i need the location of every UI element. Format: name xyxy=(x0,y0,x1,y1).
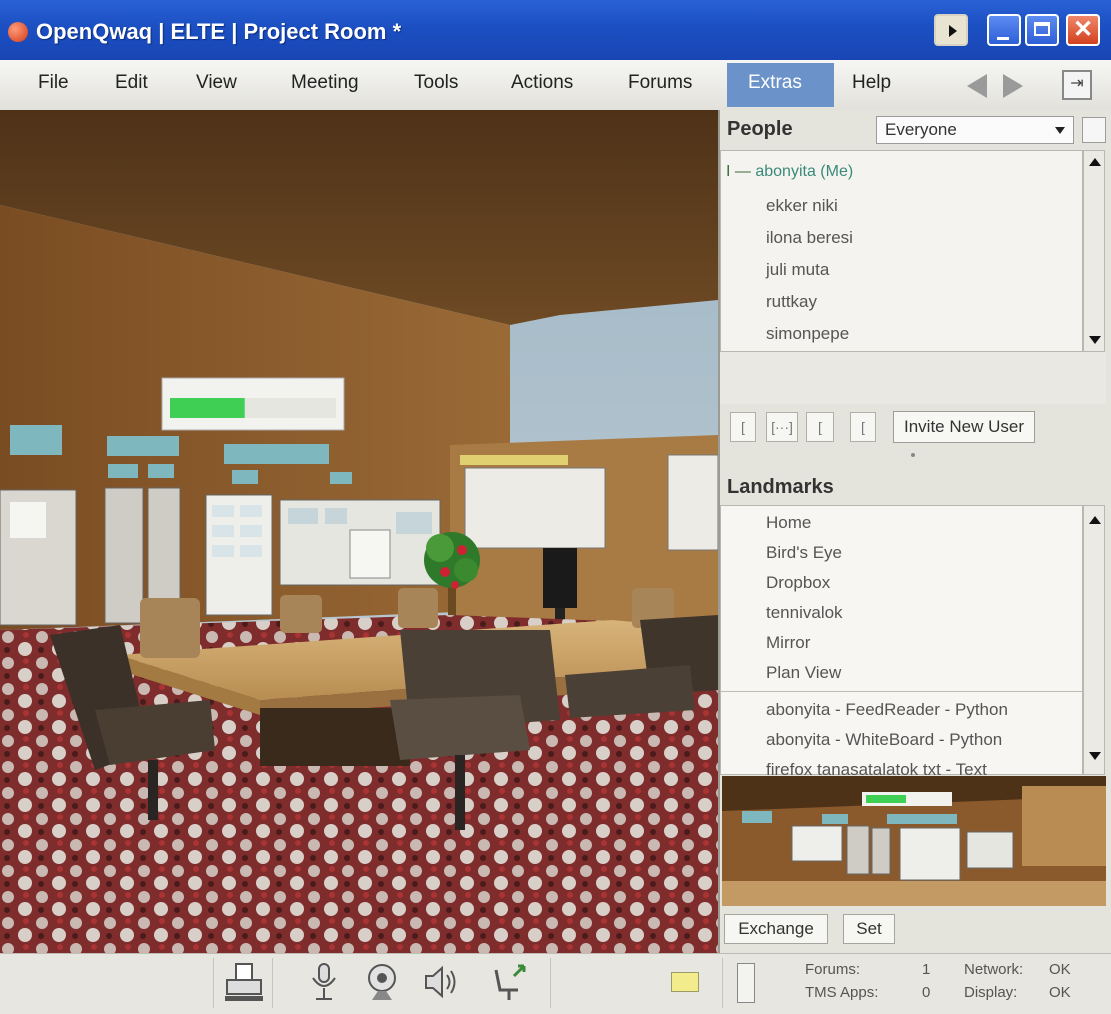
network-label: Network: xyxy=(964,961,1024,978)
people-filter-select[interactable]: Everyone xyxy=(876,116,1074,144)
landmark-item[interactable]: Mirror xyxy=(766,633,810,653)
landmark-item[interactable]: Home xyxy=(766,513,811,533)
menu-edit[interactable]: Edit xyxy=(115,72,148,94)
landmark-preview xyxy=(722,776,1106,906)
menu-forums[interactable]: Forums xyxy=(628,72,692,94)
landmarks-title: Landmarks xyxy=(727,476,834,498)
self-user-tag: (Me) xyxy=(820,163,854,180)
speaker-icon[interactable] xyxy=(418,960,462,1004)
panel-splitter[interactable] xyxy=(720,452,1106,462)
people-tool-button[interactable]: [···] xyxy=(766,412,798,442)
window-options-button[interactable] xyxy=(934,14,968,46)
landmark-item[interactable]: Dropbox xyxy=(766,573,830,593)
landmark-preview-image xyxy=(722,776,1106,906)
maximize-button[interactable] xyxy=(1025,14,1059,46)
speaker-icon-glyph xyxy=(425,965,456,999)
display-status: OK xyxy=(1049,984,1071,1001)
openqwaq-logo-icon xyxy=(8,22,28,42)
menu-actions[interactable]: Actions xyxy=(511,72,573,94)
people-tool-button[interactable]: [ xyxy=(806,412,834,442)
webcam-icon[interactable] xyxy=(360,960,404,1004)
microphone-icon-glyph xyxy=(312,963,336,1000)
printer-icon-glyph xyxy=(225,963,263,1001)
status-separator xyxy=(272,958,273,1008)
self-user-prefix: I — xyxy=(726,163,751,180)
status-separator xyxy=(550,958,551,1008)
people-list-item[interactable]: juli muta xyxy=(766,260,829,280)
menu-meeting[interactable]: Meeting xyxy=(291,72,359,94)
printer-icon[interactable] xyxy=(222,960,266,1004)
people-details-area xyxy=(720,352,1106,404)
people-filter-value: Everyone xyxy=(885,120,957,139)
menu-view[interactable]: View xyxy=(196,72,237,94)
back-arrow-icon[interactable] xyxy=(967,74,987,98)
forums-label: Forums: xyxy=(805,961,861,978)
self-user-name: abonyita xyxy=(755,163,816,180)
people-title: People xyxy=(727,118,793,140)
close-button[interactable]: ✕ xyxy=(1066,14,1100,46)
scroll-down-icon[interactable] xyxy=(1089,752,1101,760)
forums-count: 1 xyxy=(922,961,931,978)
display-label: Display: xyxy=(964,984,1018,1001)
panel-indicator-icon[interactable] xyxy=(737,963,755,1003)
yellow-note-icon[interactable] xyxy=(671,972,699,992)
status-bar xyxy=(0,953,1111,1014)
app-item-clip: firefox tanasatalatok txt - Text xyxy=(720,756,1083,775)
splitter-grip-icon xyxy=(911,453,915,457)
landmark-item[interactable]: tennivalok xyxy=(766,603,843,623)
landmarks-scrollbar[interactable] xyxy=(1083,505,1105,775)
3d-room-scene xyxy=(0,110,718,953)
people-scrollbar[interactable] xyxy=(1083,150,1105,352)
landmarks-divider xyxy=(721,691,1082,692)
exchange-button[interactable]: Exchange xyxy=(724,914,828,944)
menu-file[interactable]: File xyxy=(38,72,69,94)
window-title: OpenQwaq | ELTE | Project Room * xyxy=(36,19,402,44)
tms-apps-label: TMS Apps: xyxy=(805,984,879,1001)
people-list-item[interactable]: ekker niki xyxy=(766,196,838,216)
minimize-button[interactable] xyxy=(987,14,1021,46)
status-separator xyxy=(722,958,723,1008)
people-tool-button[interactable]: [ xyxy=(730,412,756,442)
people-panel-toggle[interactable] xyxy=(1082,117,1106,143)
self-user-row[interactable]: I — abonyita (Me) xyxy=(726,163,853,181)
network-status: OK xyxy=(1049,961,1071,978)
landmark-item[interactable]: Plan View xyxy=(766,663,841,683)
people-tool-button[interactable]: [ xyxy=(850,412,876,442)
progress-bar-fill xyxy=(170,398,245,418)
chair-icon[interactable] xyxy=(488,960,532,1004)
webcam-icon-glyph xyxy=(368,964,396,1000)
3d-view[interactable] xyxy=(0,110,718,953)
forward-arrow-icon[interactable] xyxy=(1003,74,1023,98)
status-separator xyxy=(213,958,214,1008)
undock-panel-icon[interactable]: ⇥ xyxy=(1062,70,1092,100)
scroll-up-icon[interactable] xyxy=(1089,516,1101,524)
people-list-item[interactable]: ilona beresi xyxy=(766,228,853,248)
scroll-down-icon[interactable] xyxy=(1089,336,1101,344)
app-item[interactable]: abonyita - WhiteBoard - Python xyxy=(766,730,1002,750)
landmark-item[interactable]: Bird's Eye xyxy=(766,543,842,563)
menu-tools[interactable]: Tools xyxy=(414,72,458,94)
set-button[interactable]: Set xyxy=(843,914,895,944)
chair-icon-glyph xyxy=(494,964,526,1000)
invite-new-user-button[interactable]: Invite New User xyxy=(893,411,1035,443)
tms-apps-count: 0 xyxy=(922,984,931,1001)
people-list-item[interactable]: ruttkay xyxy=(766,292,817,312)
menu-help[interactable]: Help xyxy=(852,72,891,94)
menu-extras[interactable]: Extras xyxy=(748,72,802,94)
people-list-item[interactable]: simonpepe xyxy=(766,324,849,344)
chevron-down-icon xyxy=(1055,127,1065,134)
scroll-up-icon[interactable] xyxy=(1089,158,1101,166)
app-item[interactable]: abonyita - FeedReader - Python xyxy=(766,700,1008,720)
app-item[interactable]: firefox tanasatalatok txt - Text xyxy=(766,760,987,775)
microphone-icon[interactable] xyxy=(302,960,346,1004)
